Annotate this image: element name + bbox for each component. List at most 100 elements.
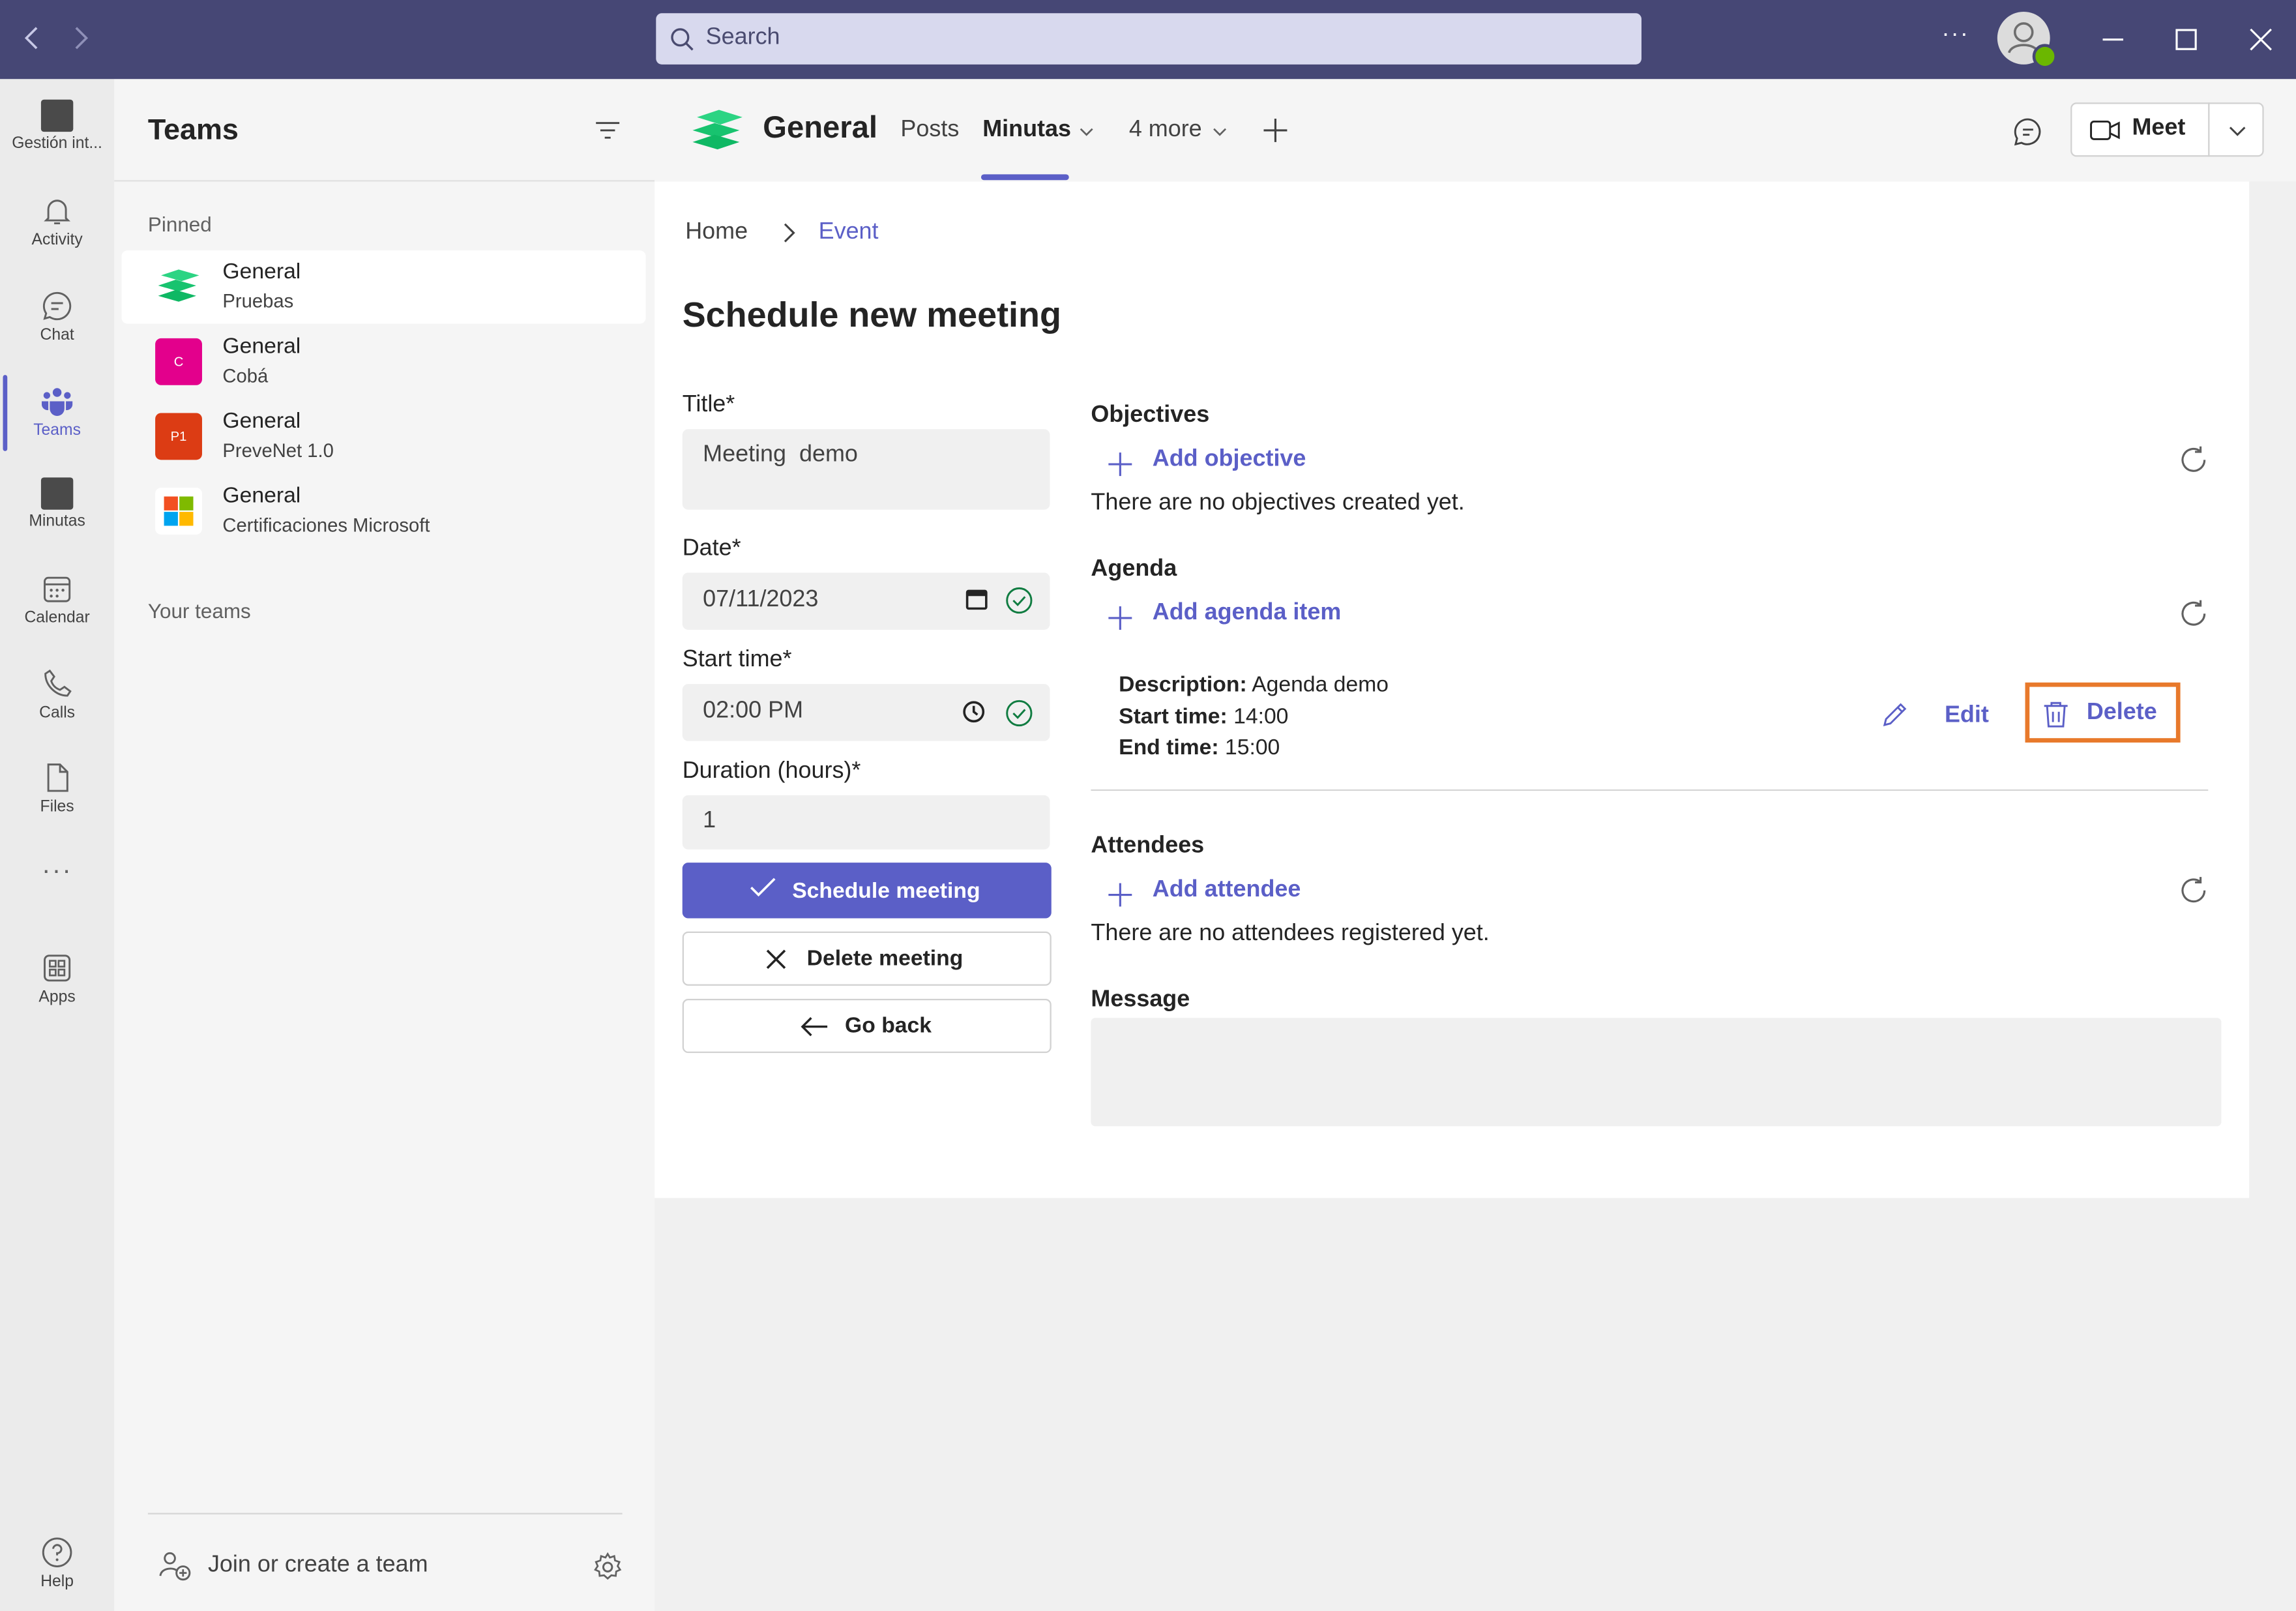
agenda-item: Description: Agenda demo Start time: 14:… xyxy=(1119,670,1389,764)
schedule-meeting-label: Schedule meeting xyxy=(792,878,980,904)
objectives-empty-text: There are no objectives created yet. xyxy=(1091,490,1465,516)
channel-item[interactable]: P1 General PreveNet 1.0 xyxy=(121,400,645,473)
title-label: Title* xyxy=(682,392,735,418)
help-icon xyxy=(40,1535,75,1570)
delete-meeting-button[interactable]: Delete meeting xyxy=(682,931,1052,986)
tab-posts[interactable]: Posts xyxy=(900,117,959,143)
settings-gear-icon[interactable] xyxy=(591,1551,623,1583)
app-content: Home Event Schedule new meeting Title* M… xyxy=(655,181,2250,1198)
channel-header: General Posts Minutas 4 more Meet xyxy=(655,79,2296,182)
join-team-icon xyxy=(158,1550,194,1582)
rail-item-apps[interactable]: Apps xyxy=(0,939,114,1027)
rail-item-files[interactable]: Files xyxy=(0,748,114,836)
rail-item-minutas[interactable]: Minutas xyxy=(0,463,114,551)
microsoft-logo-icon xyxy=(155,488,202,535)
agenda-description-label: Description: xyxy=(1119,672,1247,698)
add-objective-label: Add objective xyxy=(1152,447,1306,472)
objectives-heading: Objectives xyxy=(1091,402,1210,428)
schedule-meeting-button[interactable]: Schedule meeting xyxy=(682,863,1052,919)
chat-icon xyxy=(40,289,75,324)
teams-icon xyxy=(40,384,75,419)
back-arrow-icon[interactable] xyxy=(14,20,50,55)
file-icon xyxy=(40,760,75,795)
rail-label: Minutas xyxy=(29,512,85,531)
date-value: 07/11/2023 xyxy=(703,587,819,612)
maximize-icon[interactable] xyxy=(2167,20,2205,58)
plus-icon xyxy=(1108,452,1132,477)
team-name: Certificaciones Microsoft xyxy=(222,514,430,537)
page-title: Schedule new meeting xyxy=(682,295,1061,336)
close-icon[interactable] xyxy=(2242,20,2280,58)
join-create-team-link[interactable]: Join or create a team xyxy=(208,1552,428,1578)
message-textarea[interactable] xyxy=(1091,1018,2222,1127)
close-x-icon xyxy=(766,949,786,969)
arrow-left-icon xyxy=(801,1017,828,1037)
calendar-picker-icon[interactable] xyxy=(965,587,988,611)
team-avatar: P1 xyxy=(155,413,202,460)
title-field[interactable]: Meeting demo xyxy=(682,429,1050,510)
rail-label: Gestión int... xyxy=(12,134,102,153)
app-rail: Gestión int... Activity Chat Teams Minut… xyxy=(0,79,115,1611)
more-icon: ··· xyxy=(42,855,73,885)
start-time-value: 02:00 PM xyxy=(703,698,804,724)
refresh-objectives-icon[interactable] xyxy=(2177,444,2209,476)
conversation-icon[interactable] xyxy=(2012,115,2044,147)
check-circle-icon xyxy=(1006,700,1033,727)
forward-arrow-icon[interactable] xyxy=(63,20,98,55)
rail-item-gestion[interactable]: Gestión int... xyxy=(0,85,114,173)
channel-item[interactable]: General Certificaciones Microsoft xyxy=(121,475,645,548)
edit-agenda-button[interactable]: Edit xyxy=(1880,700,1989,732)
start-time-field[interactable]: 02:00 PM xyxy=(682,684,1050,741)
team-avatar: C xyxy=(155,338,202,385)
message-heading: Message xyxy=(1091,987,1190,1012)
add-tab-plus-icon[interactable] xyxy=(1261,115,1290,145)
duration-field[interactable]: 1 xyxy=(682,795,1050,850)
agenda-end-label: End time: xyxy=(1119,735,1219,760)
app-square-icon xyxy=(40,477,74,510)
more-options-button[interactable]: ··· xyxy=(1941,22,1969,48)
meet-dropdown-button[interactable] xyxy=(2208,102,2264,157)
delete-agenda-button[interactable]: Delete xyxy=(2025,682,2181,743)
date-field[interactable]: 07/11/2023 xyxy=(682,572,1050,630)
refresh-attendees-icon[interactable] xyxy=(2177,874,2209,906)
breadcrumb-current: Event xyxy=(818,219,879,245)
go-back-button[interactable]: Go back xyxy=(682,999,1052,1054)
rail-item-calls[interactable]: Calls xyxy=(0,655,114,743)
tab-minutas[interactable]: Minutas xyxy=(982,117,1071,143)
rail-item-teams[interactable]: Teams xyxy=(0,372,114,460)
filter-icon[interactable] xyxy=(595,119,621,142)
meet-button[interactable]: Meet xyxy=(2070,102,2210,157)
your-teams-label: Your teams xyxy=(147,599,251,623)
rail-item-calendar[interactable]: Calendar xyxy=(0,559,114,647)
chevron-down-icon[interactable] xyxy=(1079,126,1093,138)
rail-item-chat[interactable]: Chat xyxy=(0,277,114,365)
check-circle-icon xyxy=(1006,587,1033,614)
channel-item[interactable]: C General Cobá xyxy=(121,325,645,398)
minimize-icon[interactable] xyxy=(2094,20,2132,58)
clock-icon[interactable] xyxy=(962,700,986,724)
trash-icon xyxy=(2044,702,2068,728)
rail-item-activity[interactable]: Activity xyxy=(0,182,114,270)
breadcrumb-home[interactable]: Home xyxy=(685,220,748,246)
tab-more[interactable]: 4 more xyxy=(1129,117,1202,143)
presence-badge xyxy=(2032,44,2057,69)
refresh-agenda-icon[interactable] xyxy=(2177,598,2209,630)
duration-label: Duration (hours)* xyxy=(682,758,861,784)
teams-pane-title: Teams xyxy=(147,114,239,147)
rail-item-help[interactable]: Help xyxy=(0,1523,114,1611)
add-attendee-label: Add attendee xyxy=(1152,877,1301,902)
checkmark-icon xyxy=(750,878,776,897)
meet-label: Meet xyxy=(2132,115,2186,141)
pinned-label: Pinned xyxy=(147,212,212,236)
date-label: Date* xyxy=(682,536,741,561)
search-icon xyxy=(671,28,694,51)
channel-item[interactable]: General Pruebas xyxy=(121,250,646,324)
rail-item-more[interactable]: ··· xyxy=(0,855,114,943)
chevron-down-icon xyxy=(2229,126,2246,136)
plus-icon xyxy=(1108,883,1132,907)
phone-icon xyxy=(40,666,75,702)
team-name: Pruebas xyxy=(222,289,294,312)
edit-label: Edit xyxy=(1944,703,1989,728)
rail-label: Files xyxy=(40,798,74,816)
search-input[interactable]: Search xyxy=(656,13,1641,65)
